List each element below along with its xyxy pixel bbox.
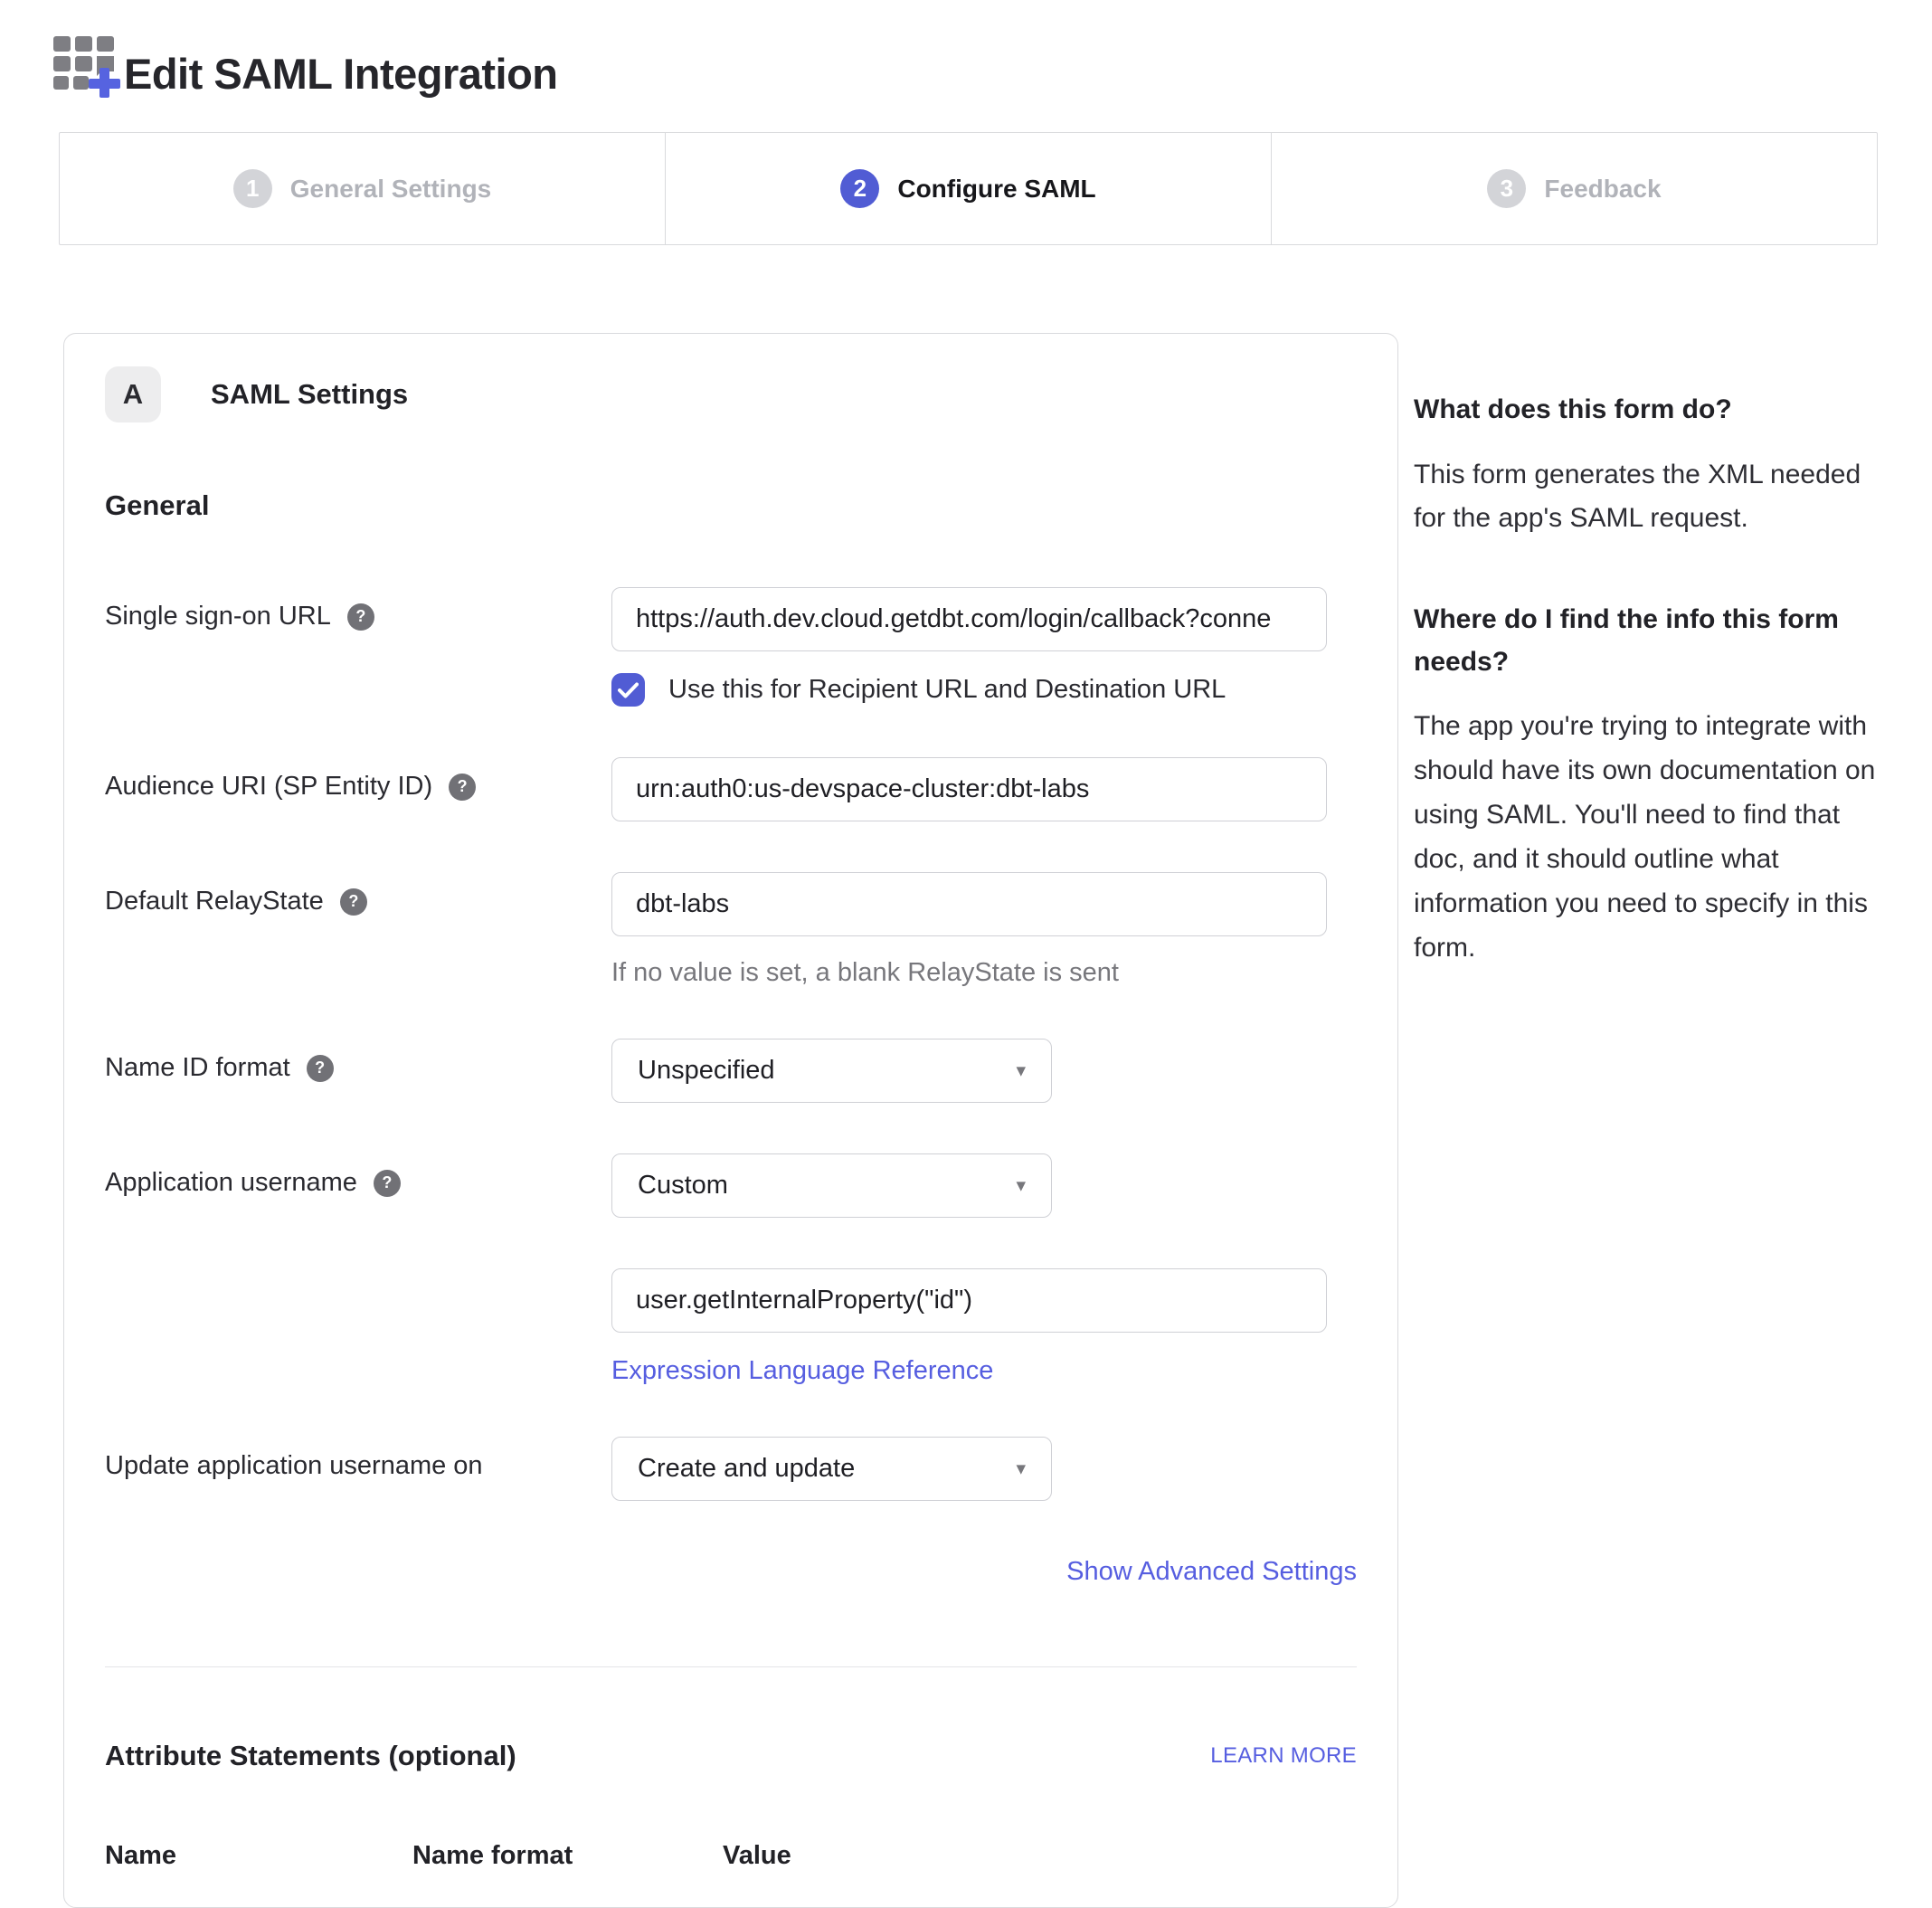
application-username-help-icon[interactable]: ?: [374, 1170, 401, 1197]
sso-url-input[interactable]: [611, 587, 1327, 651]
application-username-control: Custom ▾: [611, 1153, 1357, 1218]
step-2-number: 2: [840, 169, 879, 208]
step-2-label: Configure SAML: [897, 175, 1095, 204]
update-username-on-label-group: Update application username on: [105, 1437, 611, 1481]
application-username-label-group: Application username ?: [105, 1153, 611, 1198]
relay-state-control: If no value is set, a blank RelayState i…: [611, 872, 1357, 988]
relay-state-helper-text: If no value is set, a blank RelayState i…: [611, 958, 1357, 988]
column-header-value: Value: [723, 1841, 1357, 1871]
section-a-badge: A: [105, 366, 161, 422]
sso-url-control: Use this for Recipient URL and Destinati…: [611, 587, 1357, 707]
name-id-format-select[interactable]: Unspecified ▾: [611, 1039, 1052, 1103]
name-id-format-control: Unspecified ▾: [611, 1039, 1357, 1103]
step-feedback[interactable]: 3 Feedback: [1271, 133, 1877, 244]
audience-uri-label: Audience URI (SP Entity ID): [105, 772, 432, 802]
audience-uri-control: [611, 757, 1357, 821]
sso-url-help-icon[interactable]: ?: [347, 603, 374, 631]
application-username-label: Application username: [105, 1168, 357, 1198]
step-configure-saml[interactable]: 2 Configure SAML: [665, 133, 1271, 244]
update-username-on-control: Create and update ▾: [611, 1437, 1357, 1501]
field-row-relay-state: Default RelayState ? If no value is set,…: [105, 872, 1357, 988]
name-id-format-value: Unspecified: [638, 1056, 775, 1086]
custom-expression-input[interactable]: [611, 1268, 1327, 1333]
chevron-down-icon: ▾: [1016, 1061, 1026, 1080]
attribute-statements-title: Attribute Statements (optional): [105, 1740, 516, 1772]
page-header: Edit SAML Integration: [50, 27, 1878, 98]
custom-expression-control: Expression Language Reference: [611, 1268, 1357, 1386]
sso-url-label: Single sign-on URL: [105, 602, 331, 631]
update-username-on-select[interactable]: Create and update ▾: [611, 1437, 1052, 1501]
general-section-heading: General: [105, 489, 1357, 522]
step-3-label: Feedback: [1544, 175, 1661, 204]
recipient-url-checkbox-row: Use this for Recipient URL and Destinati…: [611, 673, 1357, 707]
help-answer-1: This form generates the XML needed for t…: [1414, 453, 1876, 542]
page-title: Edit SAML Integration: [124, 51, 558, 98]
name-id-format-label-group: Name ID format ?: [105, 1039, 611, 1083]
field-row-audience-uri: Audience URI (SP Entity ID) ?: [105, 757, 1357, 821]
custom-expression-spacer: [105, 1268, 611, 1283]
field-row-name-id-format: Name ID format ? Unspecified ▾: [105, 1039, 1357, 1103]
saml-form: Single sign-on URL ? Use this for Recipi…: [105, 587, 1357, 1501]
recipient-url-checkbox-label: Use this for Recipient URL and Destinati…: [668, 675, 1226, 705]
audience-uri-input[interactable]: [611, 757, 1327, 821]
step-1-label: General Settings: [290, 175, 492, 204]
checkmark-icon: [618, 682, 639, 698]
field-row-update-username-on: Update application username on Create an…: [105, 1437, 1357, 1501]
column-header-name: Name: [105, 1841, 412, 1871]
show-advanced-settings-link[interactable]: Show Advanced Settings: [1066, 1557, 1357, 1586]
help-question-1: What does this form do?: [1414, 389, 1876, 432]
update-username-on-value: Create and update: [638, 1454, 855, 1484]
name-id-format-label: Name ID format: [105, 1053, 290, 1083]
learn-more-link[interactable]: LEARN MORE: [1210, 1743, 1357, 1769]
sso-url-label-group: Single sign-on URL ?: [105, 587, 611, 631]
application-username-value: Custom: [638, 1171, 728, 1201]
wizard-stepper: 1 General Settings 2 Configure SAML 3 Fe…: [59, 132, 1878, 245]
field-row-application-username: Application username ? Custom ▾: [105, 1153, 1357, 1218]
saml-settings-panel: A SAML Settings General Single sign-on U…: [63, 333, 1398, 1908]
help-answer-2: The app you're trying to integrate with …: [1414, 705, 1876, 970]
name-id-format-help-icon[interactable]: ?: [307, 1055, 334, 1082]
column-header-name-format: Name format: [412, 1841, 723, 1871]
app-grid-plus-icon: [50, 27, 120, 98]
chevron-down-icon: ▾: [1016, 1176, 1026, 1195]
expression-language-reference-link[interactable]: Expression Language Reference: [611, 1356, 993, 1386]
step-1-number: 1: [233, 169, 272, 208]
help-sidebar: What does this form do? This form genera…: [1414, 333, 1878, 971]
update-username-on-label: Update application username on: [105, 1451, 483, 1481]
field-row-sso-url: Single sign-on URL ? Use this for Recipi…: [105, 587, 1357, 707]
content-area: A SAML Settings General Single sign-on U…: [63, 333, 1878, 1908]
attribute-statements-header: Attribute Statements (optional) LEARN MO…: [105, 1740, 1357, 1772]
relay-state-input[interactable]: [611, 872, 1327, 936]
relay-state-help-icon[interactable]: ?: [340, 888, 367, 916]
panel-title: SAML Settings: [211, 378, 408, 411]
chevron-down-icon: ▾: [1016, 1459, 1026, 1478]
help-question-2: Where do I find the info this form needs…: [1414, 599, 1876, 683]
audience-uri-label-group: Audience URI (SP Entity ID) ?: [105, 757, 611, 802]
step-general-settings[interactable]: 1 General Settings: [60, 133, 665, 244]
panel-header: A SAML Settings: [105, 366, 1357, 422]
step-3-number: 3: [1487, 169, 1526, 208]
advanced-settings-row: Show Advanced Settings: [105, 1557, 1357, 1587]
recipient-url-checkbox[interactable]: [611, 673, 645, 707]
audience-uri-help-icon[interactable]: ?: [449, 774, 476, 801]
section-divider: [105, 1666, 1357, 1667]
relay-state-label-group: Default RelayState ?: [105, 872, 611, 916]
attribute-statements-column-headers: Name Name format Value: [105, 1841, 1357, 1871]
field-row-custom-expression: Expression Language Reference: [105, 1268, 1357, 1386]
application-username-select[interactable]: Custom ▾: [611, 1153, 1052, 1218]
relay-state-label: Default RelayState: [105, 887, 324, 916]
